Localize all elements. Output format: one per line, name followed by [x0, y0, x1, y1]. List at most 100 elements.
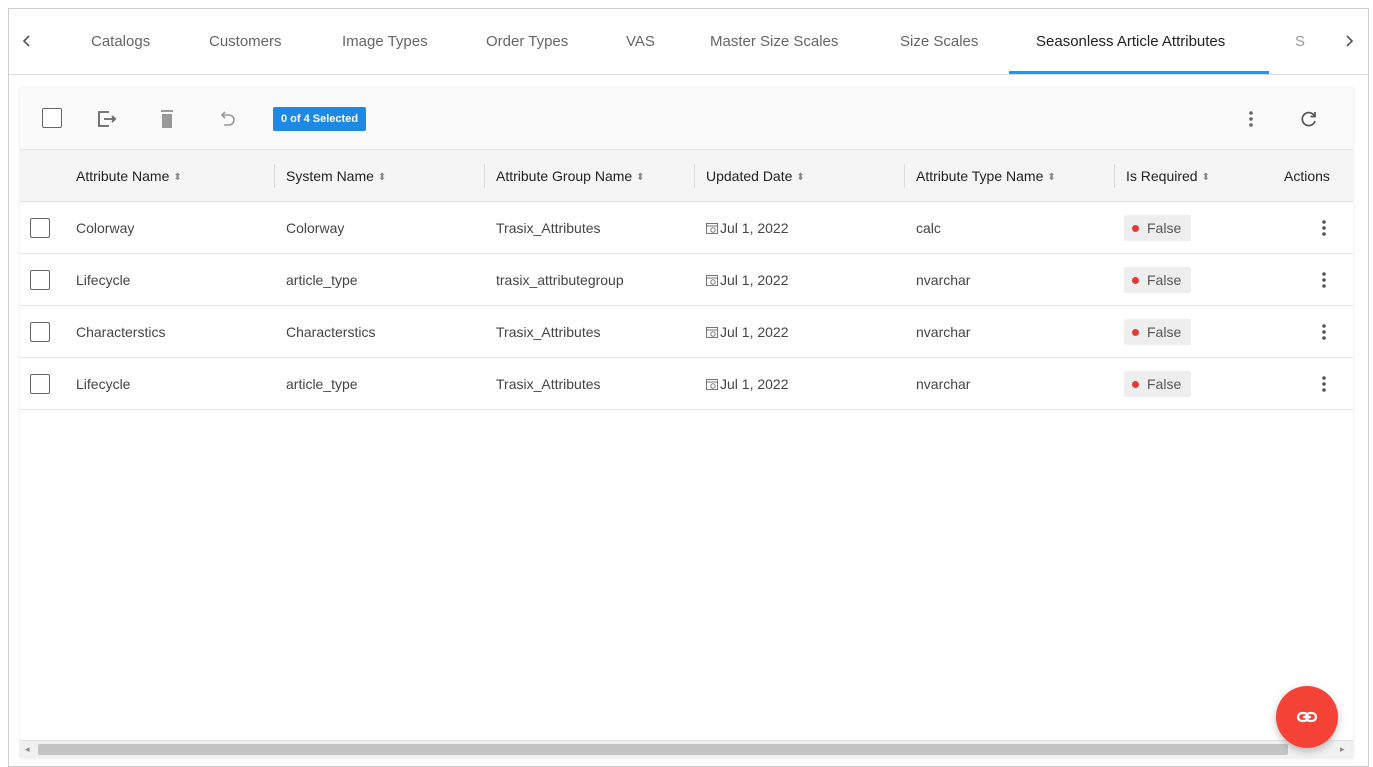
cell-attribute-type-name: nvarchar [916, 376, 971, 392]
calendar-icon [706, 275, 718, 286]
column-header-attribute-group-name[interactable]: Attribute Group Name ⬍ [496, 150, 645, 202]
tab-scroll-right-button[interactable] [1337, 29, 1361, 53]
tab-order-types[interactable]: Order Types [486, 9, 568, 75]
app-frame: Catalogs Customers Image Types Order Typ… [8, 8, 1369, 767]
cell-attribute-name: Colorway [76, 220, 135, 236]
sort-icon: ⬍ [173, 172, 182, 183]
cell-attribute-type-name: nvarchar [916, 324, 971, 340]
tab-image-types[interactable]: Image Types [342, 9, 428, 75]
header-label: Attribute Name [76, 168, 170, 184]
status-badge: False [1124, 215, 1192, 241]
header-label: System Name [286, 168, 374, 184]
horizontal-scrollbar[interactable]: ◂ ▸ [20, 740, 1353, 758]
cell-updated-date: Jul 1, 2022 [706, 254, 789, 306]
calendar-icon [706, 327, 718, 338]
cell-system-name: Characterstics [286, 324, 376, 340]
tab-scroll-left-button[interactable] [15, 29, 39, 53]
cell-attribute-group-name: Trasix_Attributes [496, 220, 601, 236]
status-text: False [1147, 376, 1182, 392]
more-vert-icon [1249, 111, 1253, 127]
column-divider [904, 164, 905, 188]
row-actions-button[interactable] [1312, 320, 1336, 344]
tab-customers[interactable]: Customers [209, 9, 282, 75]
table-row[interactable]: Characterstics Characterstics Trasix_Att… [20, 306, 1353, 358]
date-text: Jul 1, 2022 [720, 376, 789, 392]
select-all-checkbox[interactable] [42, 108, 62, 128]
status-dot [1132, 381, 1139, 388]
column-header-updated-date[interactable]: Updated Date ⬍ [706, 150, 805, 202]
column-header-actions: Actions [1284, 168, 1330, 184]
header-label: Attribute Group Name [496, 168, 633, 184]
delete-button[interactable] [154, 106, 180, 132]
tab-partial[interactable]: S [1295, 9, 1305, 75]
more-vert-icon [1322, 220, 1326, 236]
status-badge: False [1124, 319, 1192, 345]
tab-size-scales[interactable]: Size Scales [900, 9, 978, 75]
undo-button[interactable] [214, 106, 240, 132]
attributes-panel: 0 of 4 Selected Attribute Name ⬍ System N… [20, 88, 1353, 758]
header-label: Updated Date [706, 168, 793, 184]
cell-updated-date: Jul 1, 2022 [706, 202, 789, 254]
refresh-button[interactable] [1296, 106, 1322, 132]
column-divider [1114, 164, 1115, 188]
scrollbar-thumb[interactable] [38, 744, 1288, 755]
more-options-button[interactable] [1238, 106, 1264, 132]
row-actions-button[interactable] [1312, 268, 1336, 292]
column-header-system-name[interactable]: System Name ⬍ [286, 150, 386, 202]
date-text: Jul 1, 2022 [720, 324, 789, 340]
tab-bar: Catalogs Customers Image Types Order Typ… [9, 9, 1368, 75]
status-text: False [1147, 272, 1182, 288]
row-actions-button[interactable] [1312, 372, 1336, 396]
export-icon [98, 111, 117, 127]
tab-seasonless-article-attributes[interactable]: Seasonless Article Attributes [1036, 9, 1225, 75]
column-header-is-required[interactable]: Is Required ⬍ [1126, 150, 1210, 202]
checkbox-box [42, 108, 62, 128]
cell-system-name: article_type [286, 272, 358, 288]
chevron-left-icon [22, 35, 30, 47]
cell-attribute-type-name: nvarchar [916, 272, 971, 288]
cell-attribute-name: Lifecycle [76, 272, 131, 288]
calendar-icon [706, 379, 718, 390]
column-header-attribute-type-name[interactable]: Attribute Type Name ⬍ [916, 150, 1056, 202]
header-label: Is Required [1126, 168, 1198, 184]
link-fab-button[interactable] [1276, 686, 1338, 748]
row-checkbox[interactable] [30, 218, 50, 238]
sort-icon: ⬍ [636, 172, 645, 183]
date-text: Jul 1, 2022 [720, 220, 789, 236]
status-text: False [1147, 220, 1182, 236]
column-header-attribute-name[interactable]: Attribute Name ⬍ [76, 150, 182, 202]
refresh-icon [1301, 111, 1316, 127]
row-checkbox[interactable] [30, 270, 50, 290]
chevron-right-icon [1346, 35, 1354, 47]
cell-attribute-group-name: trasix_attributegroup [496, 272, 624, 288]
row-actions-button[interactable] [1312, 216, 1336, 240]
scroll-left-arrow-icon[interactable]: ◂ [25, 744, 30, 755]
scroll-right-arrow-icon[interactable]: ▸ [1340, 744, 1345, 755]
column-divider [274, 164, 275, 188]
table-row[interactable]: Colorway Colorway Trasix_Attributes Jul … [20, 202, 1353, 254]
table-toolbar: 0 of 4 Selected [20, 88, 1353, 150]
sort-icon: ⬍ [1201, 172, 1210, 183]
tab-master-size-scales[interactable]: Master Size Scales [710, 9, 838, 75]
undo-icon [220, 111, 235, 126]
tab-vas[interactable]: VAS [626, 9, 655, 75]
trash-icon [161, 110, 173, 128]
column-divider [484, 164, 485, 188]
cell-system-name: article_type [286, 376, 358, 392]
table-row[interactable]: Lifecycle article_type Trasix_Attributes… [20, 358, 1353, 410]
tab-catalogs[interactable]: Catalogs [91, 9, 150, 75]
cell-attribute-group-name: Trasix_Attributes [496, 376, 601, 392]
cell-system-name: Colorway [286, 220, 345, 236]
row-checkbox[interactable] [30, 374, 50, 394]
export-button[interactable] [94, 106, 120, 132]
sort-icon: ⬍ [796, 172, 805, 183]
status-dot [1132, 225, 1139, 232]
table-header: Attribute Name ⬍ System Name ⬍ Attribute G… [20, 150, 1353, 202]
calendar-icon [706, 223, 718, 234]
more-vert-icon [1322, 272, 1326, 288]
status-badge: False [1124, 267, 1192, 293]
cell-attribute-name: Characterstics [76, 324, 166, 340]
table-row[interactable]: Lifecycle article_type trasix_attributeg… [20, 254, 1353, 306]
more-vert-icon [1322, 376, 1326, 392]
row-checkbox[interactable] [30, 322, 50, 342]
